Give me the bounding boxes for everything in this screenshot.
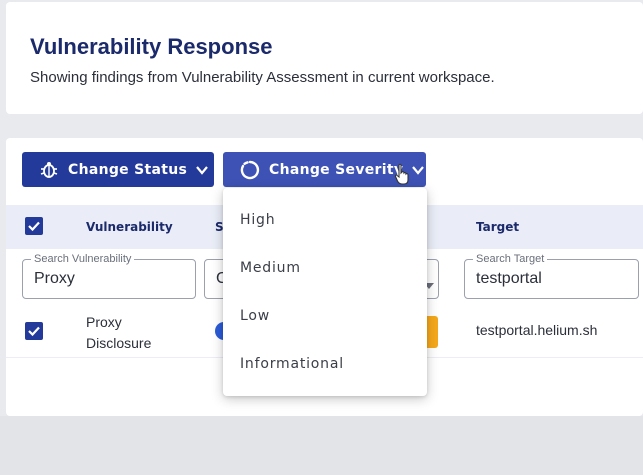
change-status-label: Change Status [68, 161, 188, 178]
search-vulnerability-label: Search Vulnerability [31, 253, 135, 265]
severity-option-informational[interactable]: Informational [240, 356, 344, 372]
hand-cursor-icon [394, 163, 412, 185]
select-all-checkbox[interactable] [25, 217, 43, 235]
search-target-value: testportal [476, 270, 542, 287]
chevron-down-icon [195, 163, 209, 177]
search-target-field[interactable]: Search Target testportal [464, 253, 639, 299]
chevron-down-icon [411, 163, 425, 177]
severity-option-medium[interactable]: Medium [240, 260, 301, 276]
severity-option-high[interactable]: High [240, 212, 275, 228]
change-severity-label: Change Severity [269, 161, 404, 178]
row-vulnerability-line2: Disclosure [86, 335, 152, 351]
page-title: Vulnerability Response [30, 34, 273, 59]
search-target-label: Search Target [473, 253, 548, 265]
severity-option-low[interactable]: Low [240, 308, 270, 324]
row-target-cell: testportal.helium.sh [476, 322, 598, 338]
row-checkbox[interactable] [25, 322, 43, 340]
page-background-bottom [0, 416, 643, 475]
row-vulnerability-cell: Proxy Disclosure [86, 312, 186, 354]
search-vulnerability-field[interactable]: Search Vulnerability Proxy [22, 253, 196, 299]
severity-dropdown-menu: High Medium Low Informational [223, 188, 427, 396]
loading-circle-icon [239, 159, 261, 181]
change-status-button[interactable]: Change Status [22, 152, 214, 187]
column-header-target[interactable]: Target [476, 220, 519, 234]
bug-icon [38, 159, 60, 181]
column-header-vulnerability[interactable]: Vulnerability [86, 220, 173, 234]
search-vulnerability-value: Proxy [34, 270, 75, 287]
row-vulnerability-line1: Proxy [86, 314, 122, 330]
page-subtitle: Showing findings from Vulnerability Asse… [30, 69, 495, 86]
